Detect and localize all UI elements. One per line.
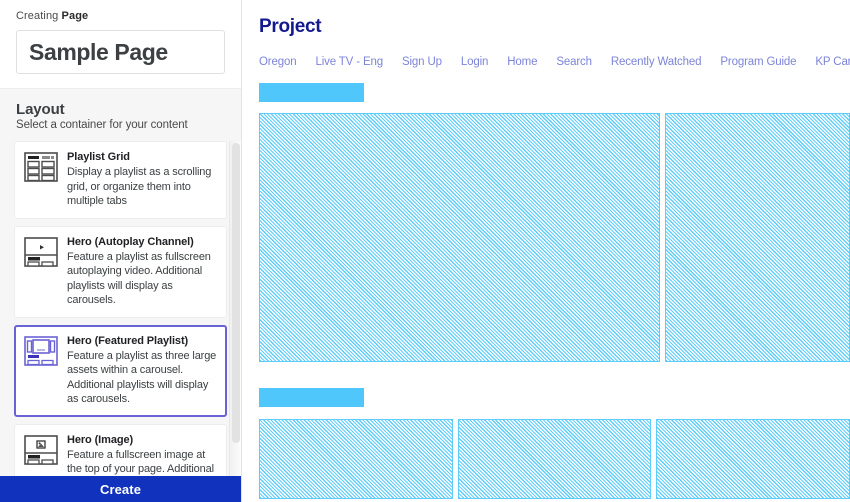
page-title: Project <box>259 16 322 37</box>
page-name-input[interactable]: Sample Page <box>16 30 225 74</box>
layout-section-header: Layout Select a container for your conte… <box>0 88 241 141</box>
nav-link-home[interactable]: Home <box>507 55 537 69</box>
layout-option-description: Feature a fullscreen image at the top of… <box>67 448 214 476</box>
sidebar-header: Creating Page Sample Page <box>0 0 241 88</box>
layout-option-title: Hero (Image) <box>67 433 134 446</box>
preview-navbar[interactable]: Oregon Live TV - Eng Sign Up Login Home … <box>259 55 850 69</box>
create-button[interactable]: Create <box>0 476 241 502</box>
sidebar-scrollbar[interactable] <box>229 141 241 476</box>
hero-featured-next-placeholder[interactable] <box>665 113 850 362</box>
layout-option-hero-autoplay[interactable]: Hero (Autoplay Channel) Feature a playli… <box>14 225 227 318</box>
creating-label: Creating Page <box>16 10 225 22</box>
layout-option-text: Hero (Featured Playlist) Feature a playl… <box>67 334 217 407</box>
section-two <box>259 388 850 499</box>
layout-option-title: Hero (Featured Playlist) <box>67 334 189 347</box>
nav-link-live-tv-eng[interactable]: Live TV - Eng <box>315 55 383 69</box>
layout-option-description: Feature a playlist as three large assets… <box>67 349 217 406</box>
creating-prefix: Creating <box>16 10 62 22</box>
nav-link-kp-carousels[interactable]: KP Carousels <box>815 55 850 69</box>
section-one-title-placeholder <box>259 83 364 102</box>
hero-autoplay-icon <box>24 236 58 267</box>
layout-option-title: Playlist Grid <box>67 151 130 163</box>
creating-type: Page <box>61 10 89 22</box>
page-name-value: Sample Page <box>29 38 168 65</box>
layout-option-title: Hero (Autoplay Channel) <box>67 235 194 248</box>
carousel-item-placeholder-2[interactable] <box>457 419 652 499</box>
layout-option-playlist-grid[interactable]: Playlist Grid Display a playlist as a sc… <box>14 141 227 219</box>
sidebar-scrollbar-thumb[interactable] <box>232 143 240 443</box>
layout-subheading: Select a container for your content <box>16 119 188 131</box>
nav-link-recently-watched[interactable]: Recently Watched <box>611 55 702 69</box>
hero-featured-main-placeholder[interactable] <box>259 113 661 362</box>
sidebar: Creating Page Sample Page Layout Select … <box>0 0 242 502</box>
layout-option-hero-image[interactable]: Hero (Image) Feature a fullscreen image … <box>14 423 227 477</box>
hero-image-icon <box>24 434 58 465</box>
nav-link-login[interactable]: Login <box>461 55 489 69</box>
layout-option-text: Hero (Autoplay Channel) Feature a playli… <box>67 235 217 308</box>
nav-link-oregon[interactable]: Oregon <box>259 55 297 69</box>
section-two-title-placeholder <box>259 388 364 407</box>
layout-options-list[interactable]: Playlist Grid Display a playlist as a sc… <box>0 141 241 476</box>
layout-option-text: Playlist Grid Display a playlist as a sc… <box>67 150 217 209</box>
layout-heading: Layout <box>16 101 65 118</box>
carousel-item-placeholder-1[interactable] <box>259 419 453 499</box>
create-button-label: Create <box>99 481 142 497</box>
carousel-row <box>259 419 850 499</box>
nav-link-sign-up[interactable]: Sign Up <box>402 55 442 69</box>
layout-option-description: Display a playlist as a scrolling grid, … <box>67 166 212 207</box>
page-preview: Project Oregon Live TV - Eng Sign Up Log… <box>242 0 850 502</box>
page-builder-window: Creating Page Sample Page Layout Select … <box>0 0 850 502</box>
nav-link-program-guide[interactable]: Program Guide <box>720 55 796 69</box>
layout-option-text: Hero (Image) Feature a fullscreen image … <box>67 433 217 477</box>
layout-option-hero-featured[interactable]: Hero (Featured Playlist) Feature a playl… <box>14 324 227 417</box>
hero-row <box>259 113 850 362</box>
carousel-item-placeholder-3[interactable] <box>656 419 850 499</box>
playlist-grid-icon <box>24 152 58 182</box>
layout-option-description: Feature a playlist as fullscreen autopla… <box>67 250 211 307</box>
hero-featured-icon <box>24 335 58 366</box>
nav-link-search[interactable]: Search <box>556 55 592 69</box>
